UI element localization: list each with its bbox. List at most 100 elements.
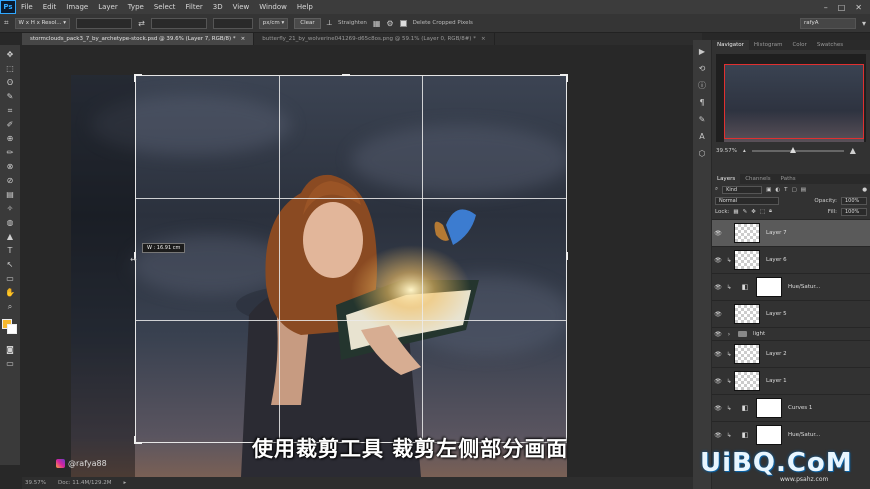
menu-file[interactable]: File xyxy=(16,3,38,11)
layer-row[interactable]: 👁︎ › light xyxy=(712,327,870,340)
zoom-in-icon[interactable]: ▲ xyxy=(850,146,856,155)
layer-thumbnail[interactable] xyxy=(734,250,760,270)
swap-icon[interactable]: ⇄ xyxy=(138,19,145,28)
layer-name[interactable]: light xyxy=(753,331,765,337)
zoom-tool-icon[interactable]: ⌕ xyxy=(3,301,17,312)
close-icon[interactable]: ✕ xyxy=(855,3,862,12)
eyedropper-tool-icon[interactable]: ✐ xyxy=(3,119,17,130)
maximize-icon[interactable]: □ xyxy=(838,3,846,12)
crop-ratio-select[interactable]: W x H x Resol... ▾ xyxy=(14,17,71,29)
quick-select-tool-icon[interactable]: ✎ xyxy=(3,91,17,102)
crop-box[interactable] xyxy=(134,74,568,444)
close-tab-icon[interactable]: × xyxy=(481,36,486,42)
blend-mode-select[interactable]: Normal xyxy=(715,196,779,205)
visibility-eye-icon[interactable]: 👁︎ xyxy=(712,378,724,385)
layer-thumbnail[interactable] xyxy=(734,223,760,243)
layer-name[interactable]: Layer 1 xyxy=(766,378,787,384)
visibility-eye-icon[interactable]: 👁︎ xyxy=(712,432,724,439)
lock-all-icon[interactable]: 🔒︎ xyxy=(769,208,772,215)
character-icon[interactable]: A xyxy=(697,131,708,142)
crop-handle-top-left[interactable] xyxy=(134,74,136,82)
zoom-level[interactable]: 39.57% xyxy=(25,480,46,486)
tab-histogram[interactable]: Histogram xyxy=(749,40,788,50)
zoom-slider-knob[interactable] xyxy=(790,146,797,153)
visibility-eye-icon[interactable]: 👁︎ xyxy=(712,331,724,338)
lock-transparency-icon[interactable]: ▦ xyxy=(733,209,738,215)
layer-name[interactable]: Layer 5 xyxy=(766,311,787,317)
crop-handle-bottom-left[interactable] xyxy=(134,436,136,444)
filter-shape-icon[interactable]: ▢ xyxy=(791,187,796,193)
crop-tool-icon[interactable]: ⌗ xyxy=(3,105,17,116)
tab-stormclouds[interactable]: stormclouds_pack3_7_by_archetype-stock.p… xyxy=(22,33,255,45)
layer-name[interactable]: Layer 2 xyxy=(766,351,787,357)
play-icon[interactable]: ▶ xyxy=(697,46,708,57)
move-tool-icon[interactable]: ✥ xyxy=(3,49,17,60)
pen-tool-icon[interactable]: ▲ xyxy=(3,231,17,242)
hand-tool-icon[interactable]: ✋ xyxy=(3,287,17,298)
visibility-eye-icon[interactable]: 👁︎ xyxy=(712,257,724,264)
layer-row[interactable]: 👁︎ ↳ Layer 2 xyxy=(712,340,870,367)
dodge-tool-icon[interactable]: ◍ xyxy=(3,217,17,228)
tab-swatches[interactable]: Swatches xyxy=(812,40,848,50)
navigator-viewbox[interactable] xyxy=(724,64,864,139)
straighten-icon[interactable]: ⟂ xyxy=(327,18,332,28)
layer-row[interactable]: 👁︎ ↳ ◧ Hue/Satur... xyxy=(712,273,870,300)
filter-type-icon[interactable]: T xyxy=(784,187,787,193)
crop-handle-right[interactable] xyxy=(566,251,568,260)
opacity-field[interactable]: 100% xyxy=(841,196,867,205)
layer-mask-thumbnail[interactable] xyxy=(756,425,782,445)
visibility-eye-icon[interactable]: 👁︎ xyxy=(712,284,724,291)
layer-name[interactable]: Layer 6 xyxy=(766,257,787,263)
layer-row[interactable]: 👁︎ ↳ ◧ Curves 1 xyxy=(712,394,870,421)
layer-name[interactable]: Hue/Satur... xyxy=(788,432,820,438)
filter-smart-icon[interactable]: ▤ xyxy=(801,187,806,193)
lock-artboard-icon[interactable]: ⬚ xyxy=(760,209,765,215)
fill-field[interactable]: 100% xyxy=(841,207,867,216)
menu-type[interactable]: Type xyxy=(123,3,149,11)
eraser-tool-icon[interactable]: ⊘ xyxy=(3,175,17,186)
layer-mask-thumbnail[interactable] xyxy=(756,398,782,418)
close-tab-icon[interactable]: × xyxy=(241,36,246,42)
layer-thumbnail[interactable] xyxy=(734,371,760,391)
workspace-select[interactable]: rafyA xyxy=(799,17,856,29)
minimize-icon[interactable]: – xyxy=(824,3,828,12)
clear-button[interactable]: Clear xyxy=(294,17,321,29)
layer-thumbnail[interactable] xyxy=(734,344,760,364)
filter-pixel-icon[interactable]: ▣ xyxy=(766,187,771,193)
menu-image[interactable]: Image xyxy=(61,3,93,11)
filter-adjustment-icon[interactable]: ◐ xyxy=(775,187,780,193)
navigator-zoom-value[interactable]: 39.57% xyxy=(716,148,737,154)
path-select-tool-icon[interactable]: ↖ xyxy=(3,259,17,270)
visibility-eye-icon[interactable]: 👁︎ xyxy=(712,405,724,412)
screen-mode-icon[interactable]: ▭ xyxy=(3,358,17,369)
visibility-eye-icon[interactable]: 👁︎ xyxy=(712,351,724,358)
shape-tool-icon[interactable]: ▭ xyxy=(3,273,17,284)
layer-row[interactable]: 👁︎ ↳ Layer 1 xyxy=(712,367,870,394)
tab-layers[interactable]: Layers xyxy=(712,174,741,184)
menu-window[interactable]: Window xyxy=(254,3,292,11)
gear-icon[interactable]: ⚙ xyxy=(386,19,393,28)
layer-thumbnail[interactable] xyxy=(734,304,760,324)
crop-height-field[interactable] xyxy=(150,17,207,29)
brush-tool-icon[interactable]: ✏ xyxy=(3,147,17,158)
navigator-thumbnail[interactable] xyxy=(716,54,866,142)
tab-channels[interactable]: Channels xyxy=(740,174,775,184)
zoom-slider[interactable] xyxy=(751,146,844,153)
layer-row[interactable]: 👁︎ Layer 5 xyxy=(712,300,870,327)
info-icon[interactable]: ⓘ xyxy=(697,80,708,91)
resolution-unit-select[interactable]: px/cm ▾ xyxy=(258,17,289,29)
layer-mask-thumbnail[interactable] xyxy=(756,277,782,297)
blur-tool-icon[interactable]: ✧ xyxy=(3,203,17,214)
visibility-eye-icon[interactable]: 👁︎ xyxy=(712,311,724,318)
layer-name[interactable]: Layer 7 xyxy=(766,230,787,236)
layer-filter-select[interactable]: Kind xyxy=(722,185,763,194)
layer-name[interactable]: Hue/Satur... xyxy=(788,284,820,290)
menu-view[interactable]: View xyxy=(228,3,255,11)
layer-row[interactable]: 👁︎ ↳ Layer 6 xyxy=(712,246,870,273)
crop-handle-top-right[interactable] xyxy=(566,74,568,82)
lock-pixels-icon[interactable]: ✎ xyxy=(743,209,748,215)
workspace-chevron-icon[interactable]: ▾ xyxy=(862,19,866,28)
background-color-swatch[interactable] xyxy=(7,324,17,334)
menu-edit[interactable]: Edit xyxy=(38,3,62,11)
tab-color[interactable]: Color xyxy=(787,40,811,50)
